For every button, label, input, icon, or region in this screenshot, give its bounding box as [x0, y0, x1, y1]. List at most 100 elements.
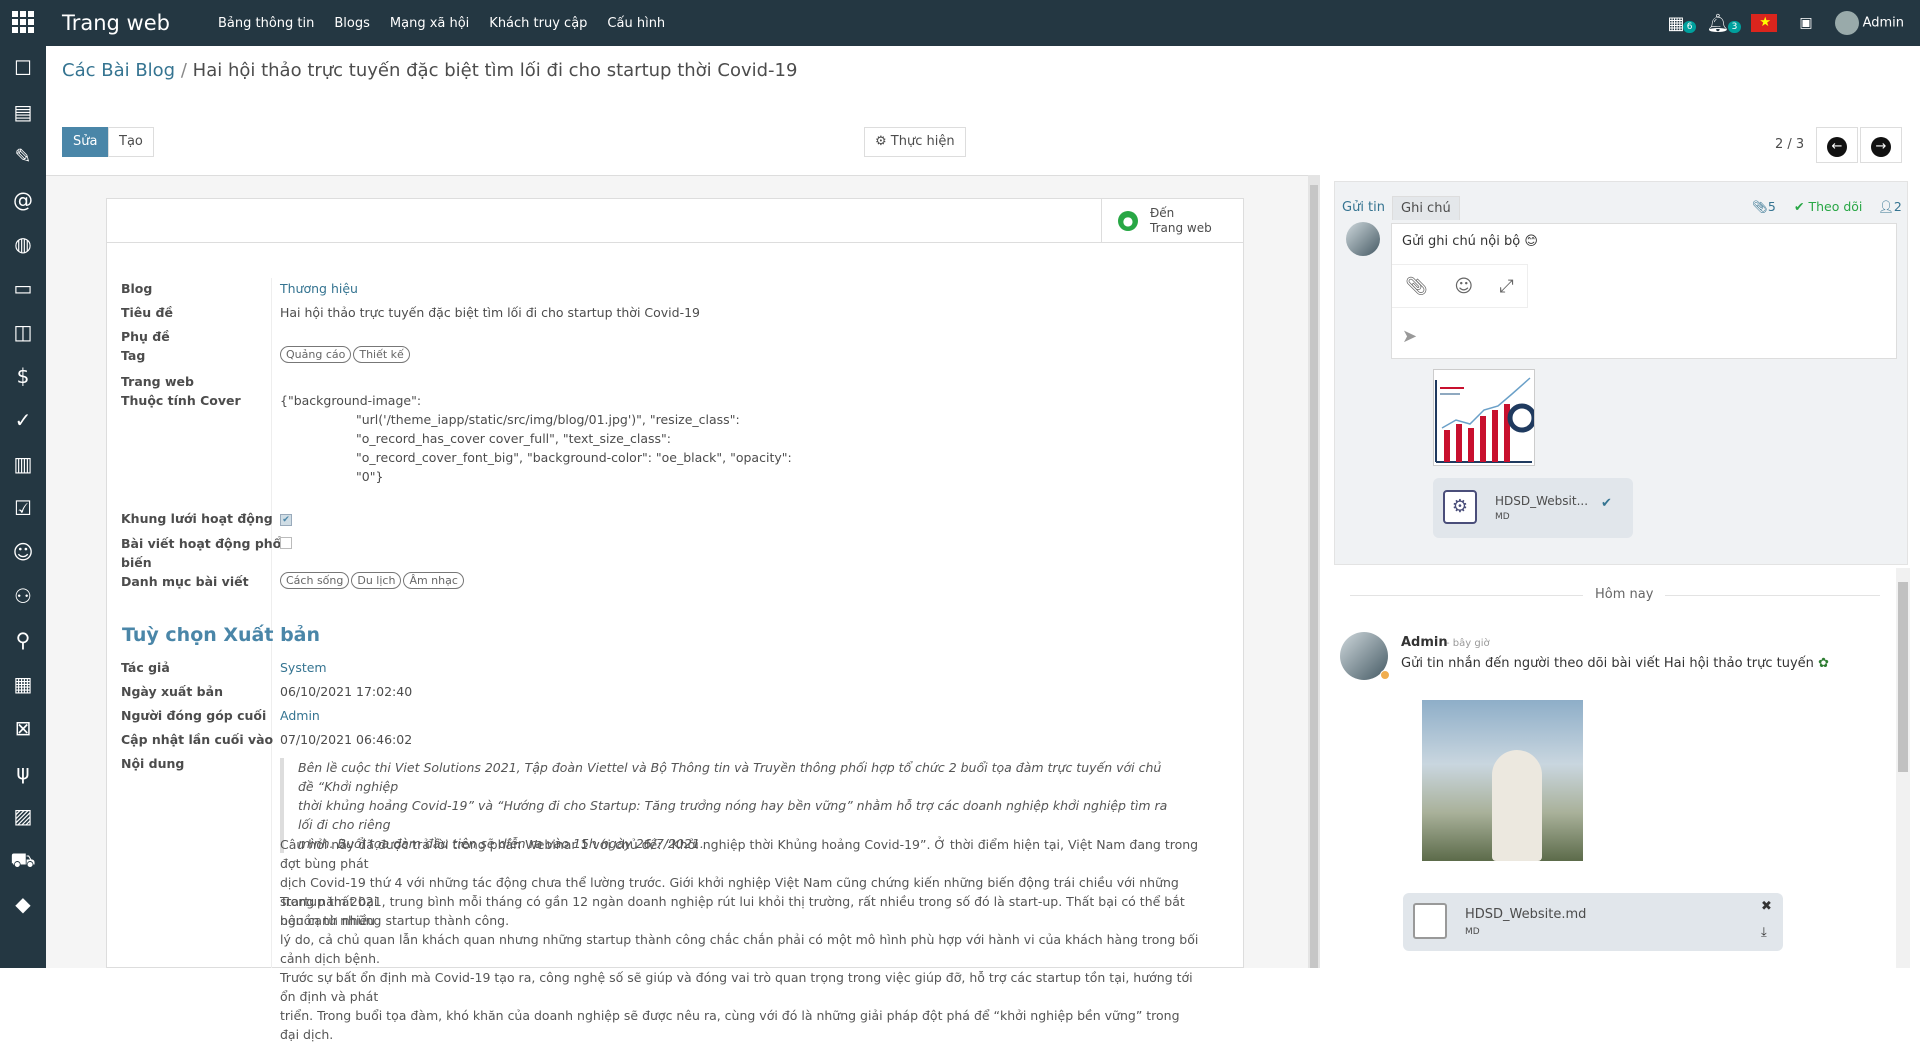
top-menu: Bảng thông tin Blogs Mạng xã hội Khách t…: [218, 16, 665, 31]
events-icon[interactable]: ◫: [0, 310, 46, 354]
updated-value: 07/10/2021 06:46:02: [280, 732, 413, 747]
next-button[interactable]: →: [1860, 127, 1902, 163]
message-body: Gửi tin nhắn đến người theo dõi bài viết…: [1401, 656, 1829, 671]
notification-badge: 3: [1727, 20, 1742, 33]
lunch-icon[interactable]: ψ: [0, 750, 46, 794]
tag-list: Quảng cáo Thiết kế: [280, 346, 412, 363]
message-image[interactable]: [1422, 700, 1583, 861]
chart-image: [1434, 370, 1537, 465]
leave-icon[interactable]: ⊠: [0, 706, 46, 750]
subtitle-label: Phụ đề: [121, 329, 170, 344]
cover-line: "o_record_has_cover cover_full", "text_s…: [356, 431, 672, 446]
popular-checkbox[interactable]: [280, 534, 292, 549]
previous-button[interactable]: ←: [1816, 127, 1858, 163]
tag-badge[interactable]: Quảng cáo: [280, 346, 352, 363]
project-icon[interactable]: ✓: [0, 398, 46, 442]
paperclip-icon: 📎︎: [1752, 199, 1768, 214]
grid-checkbox[interactable]: ✔: [280, 511, 292, 526]
calendar-icon[interactable]: ▤: [0, 90, 46, 134]
message-author[interactable]: Admin: [1401, 635, 1448, 650]
menu-blogs[interactable]: Blogs: [334, 16, 370, 31]
planning-icon[interactable]: ▥: [0, 442, 46, 486]
website-icon[interactable]: ◍: [0, 222, 46, 266]
company-switch-icon[interactable]: ▣: [1799, 15, 1812, 31]
composer-input[interactable]: Gửi ghi chú nội bộ 😊: [1402, 234, 1538, 249]
bell-icon[interactable]: 🔔︎ 3: [1706, 13, 1742, 34]
message-attachment-card[interactable]: HDSD_Website.md MD ✖ ⤓: [1403, 893, 1783, 951]
cart-icon[interactable]: ⛟: [0, 838, 46, 882]
website-label: Trang web: [121, 374, 194, 389]
composer[interactable]: Gửi ghi chú nội bộ 😊 📎︎ ☺ ⤢ ➤: [1391, 223, 1897, 359]
blog-value[interactable]: Thương hiệu: [280, 281, 358, 296]
app-title[interactable]: Trang web: [62, 11, 170, 35]
email-marketing-icon[interactable]: @: [0, 178, 46, 222]
chatter-scrollbar[interactable]: [1896, 568, 1910, 968]
publish-date-label: Ngày xuất bản: [121, 684, 223, 699]
activity-icon[interactable]: ▦ 6: [1667, 13, 1697, 34]
content-label: Nội dung: [121, 756, 185, 771]
follow-button[interactable]: ✔ Theo dõi: [1794, 199, 1862, 214]
contributor-value[interactable]: Admin: [280, 708, 320, 723]
menu-visitors[interactable]: Khách truy cập: [489, 16, 587, 31]
clover-icon: ✿: [1818, 656, 1829, 671]
author-value[interactable]: System: [280, 660, 327, 675]
breadcrumb-parent[interactable]: Các Bài Blog: [62, 60, 175, 81]
tag-badge[interactable]: Thiết kế: [353, 346, 410, 363]
dashboard-icon[interactable]: ▨: [0, 794, 46, 838]
draft-attachment-card[interactable]: ⚙ HDSD_Websit... MD ✔: [1433, 478, 1633, 538]
expand-icon[interactable]: ⤢: [1499, 276, 1513, 297]
breadcrumb: Các Bài Blog / Hai hội thảo trực tuyến đ…: [62, 60, 797, 81]
user-name: Admin: [1862, 15, 1904, 31]
label-divider: [271, 278, 272, 968]
survey-icon[interactable]: ☑: [0, 486, 46, 530]
check-icon: ✔: [280, 513, 292, 526]
content-paragraph: Trong năm 2021, trung bình mỗi tháng có …: [280, 892, 1200, 1044]
send-icon[interactable]: ➤: [1402, 326, 1417, 347]
emoji-icon[interactable]: ☺: [1454, 276, 1473, 297]
popular-label-cont: biến: [121, 555, 152, 570]
pager-value[interactable]: 2 / 3: [1775, 137, 1804, 152]
emoji-icon[interactable]: ☺: [0, 530, 46, 574]
notes-icon[interactable]: ✎: [0, 134, 46, 178]
tag-icon[interactable]: ◆: [0, 882, 46, 926]
user-menu[interactable]: Admin: [1834, 11, 1904, 35]
tab-log-note[interactable]: Ghi chú: [1392, 196, 1460, 220]
author-label: Tác giả: [121, 660, 170, 675]
attachments-button[interactable]: 📎︎5: [1752, 199, 1776, 215]
paragraph-line: lý do, cả chủ quan lẫn khách quan nhưng …: [280, 932, 1199, 966]
action-label: Thực hiện: [890, 134, 955, 149]
category-badge[interactable]: Du lịch: [351, 572, 402, 589]
close-icon[interactable]: ✖: [1761, 899, 1772, 914]
settings-file-icon: ⚙: [1443, 490, 1477, 524]
menu-dashboard[interactable]: Bảng thông tin: [218, 16, 314, 31]
edit-button[interactable]: Sửa: [62, 127, 109, 157]
followers-button[interactable]: 👤︎2: [1878, 199, 1902, 215]
stat-line-1: Đến: [1150, 205, 1175, 220]
contacts-icon[interactable]: ⚇: [0, 574, 46, 618]
tab-send-message[interactable]: Gửi tin: [1334, 196, 1393, 219]
paperclip-icon[interactable]: 📎︎: [1405, 276, 1428, 297]
timesheet-icon[interactable]: ▦: [0, 662, 46, 706]
attachment-thumbnail[interactable]: [1433, 369, 1537, 466]
menu-social[interactable]: Mạng xã hội: [390, 16, 469, 31]
language-flag-icon[interactable]: [1751, 14, 1778, 32]
date-divider: Hôm nay: [1583, 587, 1666, 602]
form-scrollbar[interactable]: [1308, 175, 1320, 968]
employees-icon[interactable]: ⚲: [0, 618, 46, 662]
paragraph-line: Câu hỏi này đã được trả lời trong phần W…: [280, 837, 1199, 871]
apps-menu-icon[interactable]: [12, 11, 34, 33]
go-to-website-button[interactable]: ● Đến Trang web: [1101, 199, 1243, 242]
systray: ▦6 🔔︎3 ▣ Admin: [1667, 6, 1904, 40]
activity-badge: 6: [1682, 20, 1697, 33]
category-badge[interactable]: Âm nhạc: [403, 572, 464, 589]
download-icon[interactable]: ⤓: [1761, 925, 1767, 940]
category-badge[interactable]: Cách sống: [280, 572, 350, 589]
discuss-icon[interactable]: ☐: [0, 46, 46, 90]
action-button[interactable]: ⚙ Thực hiện: [864, 127, 966, 157]
elearning-icon[interactable]: ▭: [0, 266, 46, 310]
page-title: Hai hội thảo trực tuyến đặc biệt tìm lối…: [192, 60, 798, 81]
create-button[interactable]: Tạo: [108, 127, 154, 157]
invoicing-icon[interactable]: $: [0, 354, 46, 398]
app-sidebar: ☐ ▤ ✎ @ ◍ ▭ ◫ $ ✓ ▥ ☑ ☺ ⚇ ⚲ ▦ ⊠ ψ ▨ ⛟ ◆: [0, 46, 46, 968]
menu-config[interactable]: Cấu hình: [607, 16, 665, 31]
